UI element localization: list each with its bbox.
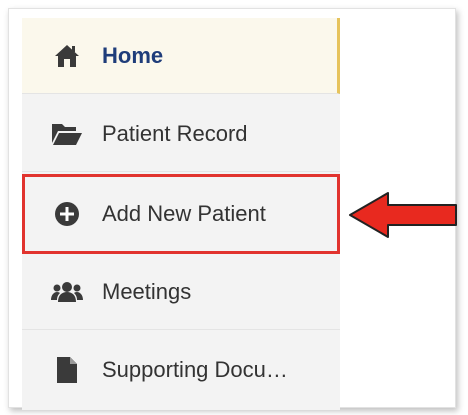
sidebar-menu: Home Patient Record Add New Patient Meet… [22,18,340,410]
home-icon [50,39,84,73]
sidebar-item-home[interactable]: Home [22,18,340,94]
sidebar-item-label: Meetings [102,278,192,304]
arrow-left-icon [349,192,457,238]
plus-circle-icon [50,197,84,231]
sidebar-item-patient-record[interactable]: Patient Record [22,96,340,172]
sidebar-item-supporting-documents[interactable]: Supporting Docu… [22,332,340,408]
document-icon [50,353,84,387]
users-icon [50,275,84,309]
sidebar-item-label: Supporting Docu… [102,357,288,382]
sidebar-item-label: Home [102,42,164,68]
sidebar-item-label: Patient Record [102,120,248,146]
sidebar-item-meetings[interactable]: Meetings [22,254,340,330]
folder-open-icon [50,117,84,151]
sidebar-item-label: Add New Patient [102,201,266,226]
sidebar-item-add-new-patient[interactable]: Add New Patient [22,174,340,254]
